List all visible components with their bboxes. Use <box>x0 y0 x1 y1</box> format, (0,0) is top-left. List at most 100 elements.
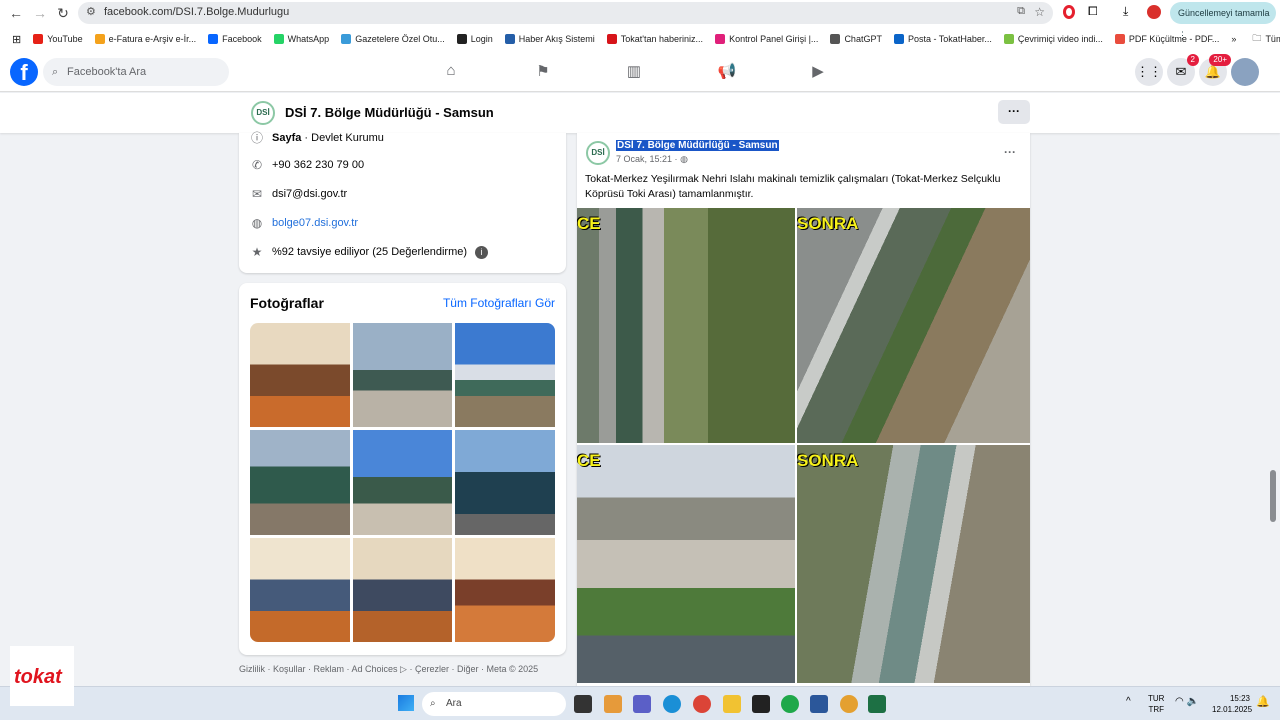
chrome-profile-icon[interactable] <box>840 695 858 713</box>
bookmark-item[interactable]: Tokat'tan haberiniz... <box>606 34 703 44</box>
menu-icon[interactable]: ⋮⋮ <box>1135 58 1163 86</box>
opera-icon[interactable] <box>1063 5 1075 19</box>
bookmark-item[interactable]: Kontrol Panel Girişi |... <box>715 34 818 44</box>
excel-icon[interactable] <box>868 695 886 713</box>
footer-links[interactable]: Gizlilik · Koşullar · Reklam · Ad Choice… <box>239 664 538 675</box>
bookmark-item[interactable]: WhatsApp <box>273 34 329 44</box>
photo-thumb[interactable] <box>352 430 453 535</box>
photo-thumb[interactable] <box>455 323 555 428</box>
site-info-icon[interactable]: ⚙ <box>86 5 96 18</box>
post-author[interactable]: DSİ 7. Bölge Müdürlüğü - Samsun <box>616 140 779 151</box>
word-icon[interactable] <box>810 695 828 713</box>
globe-icon: ◍ <box>251 216 263 230</box>
see-all-photos-link[interactable]: Tüm Fotoğrafları Gör <box>443 296 555 310</box>
all-bookmarks[interactable]: 🗀Tüm Yer İşaretleri <box>1252 31 1280 47</box>
photo-thumb[interactable] <box>250 323 350 428</box>
bookmark-item[interactable]: PDF Küçültme - PDF... <box>1114 34 1219 44</box>
flag-icon[interactable]: ⚑ <box>533 62 553 82</box>
photo-thumb[interactable] <box>455 430 555 535</box>
profile-icon[interactable] <box>1147 5 1161 19</box>
more-button[interactable]: ··· <box>998 100 1030 124</box>
bookmark-item[interactable]: Haber Akış Sistemi <box>504 34 595 44</box>
chrome-icon[interactable] <box>693 695 711 713</box>
post-avatar[interactable]: DSİ <box>586 141 610 165</box>
tokat-haber-logo: tokat <box>10 646 74 706</box>
language-indicator[interactable]: TUR TRF <box>1148 693 1164 715</box>
bookmark-item[interactable]: Login <box>456 34 493 44</box>
reload-icon[interactable]: ↻ <box>55 5 71 21</box>
facebook-logo[interactable]: f <box>10 58 38 86</box>
avatar[interactable] <box>1231 58 1259 86</box>
home-icon[interactable]: ⌂ <box>441 62 461 82</box>
forward-icon[interactable]: → <box>32 5 48 21</box>
bookmark-favicon-icon <box>33 34 44 44</box>
bookmark-favicon-icon <box>893 34 904 44</box>
bookmark-favicon-icon <box>1114 34 1125 44</box>
bookmark-favicon-icon <box>208 34 219 44</box>
post-more-icon[interactable]: ··· <box>1004 145 1016 159</box>
tray-chevron-icon[interactable]: ^ <box>1126 696 1131 707</box>
post-meta: 7 Ocak, 15:21 · ◍ <box>616 154 688 164</box>
address-bar[interactable]: ⚙ facebook.com/DSI.7.Bolge.Mudurlugu ⧉ ☆ <box>78 2 1053 24</box>
post-image[interactable]: CE <box>577 445 795 683</box>
taskbar-search[interactable]: ⌕ Ara <box>422 692 566 716</box>
wifi-volume-icon[interactable]: ◠ 🔈 <box>1175 696 1199 707</box>
website-link[interactable]: bolge07.dsi.gov.tr <box>272 217 358 229</box>
dashboard-icon[interactable]: ▥ <box>624 62 644 82</box>
bookmark-item[interactable]: ChatGPT <box>830 34 882 44</box>
megaphone-icon[interactable]: 📢 <box>717 62 737 82</box>
notifications-icon[interactable]: 🔔 20+ <box>1199 54 1231 86</box>
photo-thumb[interactable] <box>250 537 350 642</box>
bookmark-item[interactable]: YouTube <box>33 34 83 44</box>
search-input[interactable]: ⌕ Facebook'ta Ara <box>43 58 229 86</box>
bookmark-item[interactable]: Çevrimiçi video indi... <box>1003 34 1103 44</box>
scrollbar[interactable] <box>1270 470 1276 522</box>
photo-thumb[interactable] <box>352 323 453 428</box>
photo-thumb[interactable] <box>250 430 350 535</box>
video-icon[interactable]: ▶ <box>808 62 828 82</box>
more-bookmarks-icon[interactable]: » <box>1231 34 1236 44</box>
extensions-icon[interactable]: ⧠ <box>1088 4 1098 19</box>
post-text: Tokat-Merkez Yeşilırmak Nehri Islahı mak… <box>585 173 1001 200</box>
file-explorer-icon[interactable] <box>723 695 741 713</box>
photo-thumb[interactable] <box>455 537 555 642</box>
app-icon[interactable] <box>752 695 770 713</box>
url-text: facebook.com/DSI.7.Bolge.Mudurlugu <box>104 6 290 18</box>
photo-thumb[interactable] <box>352 537 453 642</box>
edge-icon[interactable] <box>663 695 681 713</box>
back-icon[interactable]: ← <box>8 5 24 21</box>
photos-heading: Fotoğraflar <box>250 295 324 311</box>
bookmark-item[interactable]: Facebook <box>208 34 262 44</box>
notification-bell-icon[interactable]: 🔔 <box>1256 695 1270 708</box>
messenger-icon[interactable]: ✉ 2 <box>1167 54 1199 86</box>
bookmark-item[interactable]: e-Fatura e-Arşiv e-İr... <box>94 34 196 44</box>
post-image[interactable]: SONRA <box>797 208 1030 443</box>
star-icon: ★ <box>251 245 263 259</box>
bookmark-favicon-icon <box>606 34 617 44</box>
search-icon: ⌕ <box>430 698 436 709</box>
email: dsi7@dsi.gov.tr <box>272 188 348 200</box>
post-image[interactable]: CE <box>577 208 795 443</box>
windows-start-icon[interactable] <box>398 695 414 711</box>
bookmark-item[interactable]: Gazetelere Özel Otu... <box>341 34 445 44</box>
bookmark-favicon-icon <box>715 34 726 44</box>
phone: +90 362 230 79 00 <box>272 159 365 171</box>
star-icon[interactable]: ☆ <box>1034 5 1045 19</box>
teams-icon[interactable] <box>633 695 651 713</box>
task-view-icon[interactable] <box>574 695 592 713</box>
clock[interactable]: 15:23 12.01.2025 <box>1212 693 1252 715</box>
update-button[interactable]: Güncellemeyi tamamla ⋮ <box>1170 2 1276 40</box>
bookmark-item[interactable]: Posta - TokatHaber... <box>893 34 992 44</box>
post-image[interactable]: SONRA <box>797 445 1030 683</box>
bookmark-favicon-icon <box>456 34 467 44</box>
app-icon-green[interactable] <box>781 695 799 713</box>
download-icon[interactable]: ⤓ <box>1123 4 1128 19</box>
post-card: DSİ DSİ 7. Bölge Müdürlüğü - Samsun 7 Oc… <box>577 133 1030 686</box>
bookmark-favicon-icon <box>341 34 352 44</box>
info-icon[interactable]: i <box>475 245 489 259</box>
apps-icon[interactable]: ⊞ <box>12 33 21 46</box>
install-icon[interactable]: ⧉ <box>1017 5 1025 18</box>
category-value: · Devlet Kurumu <box>301 131 384 144</box>
rating: %92 tavsiye ediliyor (25 Değerlendirme) <box>272 246 468 258</box>
copilot-icon[interactable] <box>604 695 622 713</box>
